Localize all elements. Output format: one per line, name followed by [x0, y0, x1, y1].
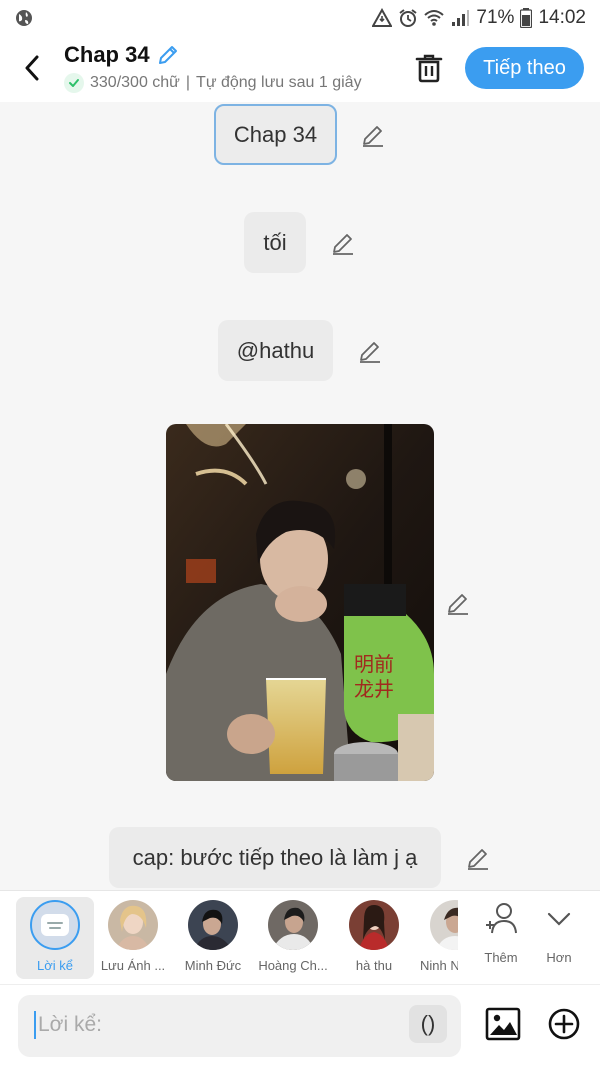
character-label: Minh Đức: [184, 958, 242, 973]
chapter-title: Chap 34: [64, 42, 150, 67]
character-item[interactable]: Minh Đức: [174, 897, 252, 979]
chevron-down-icon: [547, 912, 571, 926]
character-selector: Lời kể Lưu Ánh ... Minh Đức Hoàng Ch... …: [0, 890, 600, 984]
header: Chap 34 330/300 chữ | Tự động lưu sau 1 …: [0, 36, 600, 102]
battery-percentage: 71%: [476, 7, 515, 28]
trash-icon: [415, 54, 443, 83]
chapter-title-bubble[interactable]: Chap 34: [214, 104, 337, 165]
autosave-status: Tự động lưu sau 1 giây: [196, 74, 362, 91]
word-count: 330/300 chữ: [90, 74, 180, 91]
back-button[interactable]: [16, 50, 48, 86]
character-item[interactable]: hà thu: [335, 897, 413, 979]
edit-icon[interactable]: [330, 230, 356, 256]
clock: 14:02: [538, 7, 586, 28]
message-bubble[interactable]: tối: [244, 212, 306, 273]
insert-image-button[interactable]: [485, 1006, 521, 1042]
message-bubble[interactable]: @hathu: [218, 320, 333, 381]
add-person-icon: [486, 903, 517, 934]
character-label: hà thu: [355, 958, 393, 973]
add-label: Thêm: [484, 950, 518, 965]
character-label: Hoàng Ch...: [258, 958, 328, 973]
wifi-icon: [424, 10, 445, 26]
text-cursor: [34, 1011, 36, 1039]
character-item[interactable]: Ninh N...: [414, 897, 458, 979]
avatar: [430, 900, 458, 950]
alarm-icon: [399, 9, 418, 27]
avatar: [188, 900, 238, 950]
edit-icon[interactable]: [465, 845, 491, 871]
plus-circle-icon: [548, 1008, 580, 1040]
edit-icon[interactable]: [360, 122, 386, 148]
status-bar: 71% 14:02: [0, 0, 600, 36]
image-icon: [485, 1007, 521, 1041]
separator: |: [185, 74, 191, 91]
edit-icon[interactable]: [357, 338, 383, 364]
more-label: Hơn: [546, 950, 572, 965]
character-label: Lời kể: [37, 958, 73, 973]
character-item[interactable]: Lưu Ánh ...: [94, 897, 172, 979]
delete-button[interactable]: [412, 50, 446, 86]
next-button[interactable]: Tiếp theo: [465, 47, 584, 89]
data-saver-icon: [372, 8, 393, 27]
character-label: Ninh N...: [420, 958, 458, 973]
message-bubble[interactable]: cap: bước tiếp theo là làm j ạ: [109, 827, 441, 888]
signal-icon: [452, 10, 470, 26]
message-input[interactable]: [38, 1008, 398, 1042]
edit-icon[interactable]: [445, 590, 471, 616]
character-narrator[interactable]: Lời kể: [16, 897, 94, 979]
saved-check-icon: [64, 73, 84, 93]
globe-icon: [16, 10, 32, 26]
avatar: [349, 900, 399, 950]
story-content: Chap 34 tối @hathu 明前 龙井 cap: bước tiếp …: [0, 102, 600, 890]
more-button[interactable]: Hơn: [534, 901, 584, 965]
battery-icon: [520, 8, 533, 28]
composer: (): [0, 984, 600, 1067]
edit-title-icon[interactable]: [156, 43, 180, 67]
title-area: Chap 34 330/300 chữ | Tự động lưu sau 1 …: [64, 42, 362, 93]
photo-message[interactable]: 明前 龙井: [166, 424, 434, 781]
character-item[interactable]: Hoàng Ch...: [254, 897, 332, 979]
parenthesis-button[interactable]: (): [409, 1005, 447, 1043]
svg-text:明前: 明前: [354, 652, 394, 676]
narrator-icon: [30, 900, 80, 950]
avatar: [268, 900, 318, 950]
photo-image: 明前 龙井: [166, 424, 434, 781]
character-label: Lưu Ánh ...: [100, 958, 166, 973]
message-input-box[interactable]: (): [18, 995, 461, 1057]
svg-text:龙井: 龙井: [354, 677, 394, 701]
back-arrow-icon: [25, 55, 39, 81]
add-button[interactable]: [546, 1006, 582, 1042]
avatar: [108, 900, 158, 950]
add-character-button[interactable]: Thêm: [476, 901, 526, 965]
